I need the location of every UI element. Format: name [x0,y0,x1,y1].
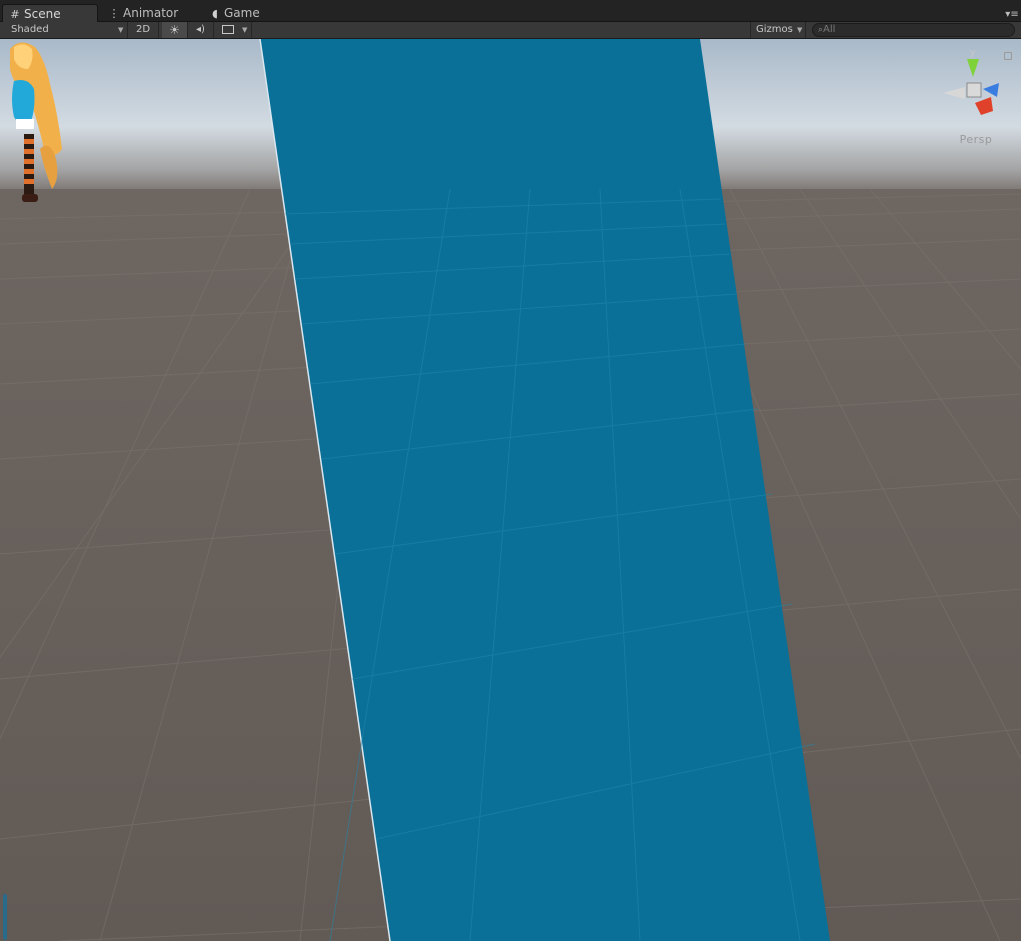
window-tab-bar: # Scene ⋮ Animator ◖ Game ▾≡ [0,0,1021,23]
gizmo-neg-x-axis-icon[interactable] [943,87,965,99]
scene-viewport[interactable]: y Persp [0,39,1021,941]
tab-menu-icon[interactable]: ▾≡ [1005,9,1019,21]
tab-scene[interactable]: # Scene [2,4,98,23]
chevron-down-icon: ▼ [242,26,248,34]
search-placeholder: All [823,24,836,35]
chevron-down-icon: ▼ [797,26,803,34]
audio-toggle-button[interactable]: ◂) [188,22,214,38]
tab-animator-label: Animator [123,6,179,20]
chevron-down-icon: ▼ [118,26,124,34]
gizmo-y-label: y [970,48,976,58]
hierarchy-search-input[interactable]: ⌕All [812,23,1015,37]
camera-speed-slider[interactable] [3,894,7,940]
pacman-icon: ◖ [212,7,218,20]
draw-mode-dropdown[interactable]: Shaded ▼ [0,22,128,38]
tab-animator[interactable]: ⋮ Animator [102,4,186,22]
gizmo-center-cube-icon[interactable] [966,82,982,98]
lighting-toggle-button[interactable]: ☀ [162,22,188,38]
scene-render [0,39,1021,941]
character-model [10,42,62,202]
tab-game[interactable]: ◖ Game [203,4,268,22]
gizmo-z-axis-icon[interactable] [983,83,999,97]
draw-mode-label: Shaded [11,24,49,35]
gizmos-dropdown[interactable]: Gizmos ▼ [750,22,806,38]
gizmo-y-axis-icon[interactable] [967,59,979,77]
scene-toolbar: Shaded ▼ 2D ☀ ◂) ▼ Gizmos ▼ ⌕All [0,22,1021,39]
2d-toggle-label: 2D [135,24,151,35]
gizmo-x-axis-icon[interactable] [975,97,993,115]
tab-game-label: Game [224,6,260,20]
speaker-icon: ◂) [196,24,205,35]
lock-icon[interactable] [1004,52,1012,60]
tab-scene-label: Scene [24,7,61,21]
animator-icon: ⋮ [108,7,120,20]
projection-label[interactable]: Persp [943,133,1009,146]
gizmos-label: Gizmos [756,24,793,35]
sun-icon: ☀ [169,23,180,37]
effects-dropdown[interactable]: ▼ [214,22,252,38]
2d-toggle-button[interactable]: 2D [128,22,159,38]
image-icon [222,24,234,34]
